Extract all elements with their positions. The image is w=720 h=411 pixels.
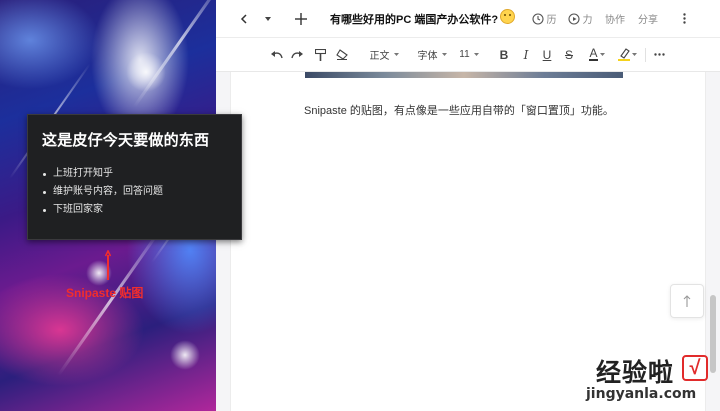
highlight-color-button[interactable] — [614, 38, 640, 71]
list-item: 上班打开知乎 — [42, 165, 241, 183]
plus-icon — [295, 12, 307, 25]
format-painter-button[interactable] — [313, 38, 327, 71]
highlighter-icon — [617, 48, 630, 61]
share-button[interactable]: 分享 — [633, 0, 663, 37]
chevron-left-icon — [240, 13, 247, 24]
paragraph-style-value: 正文 — [369, 51, 390, 62]
document-title: 有哪些好用的PC 端国产办公软件? — [330, 14, 499, 26]
font-size-dropdown[interactable]: 11 — [456, 38, 482, 71]
undo-icon — [271, 51, 283, 59]
italic-button[interactable]: I — [518, 38, 534, 71]
watermark-url: jingyanla.com — [586, 386, 697, 402]
snipaste-caption: Snipaste 贴图 — [66, 286, 144, 300]
history-label: 历 — [546, 15, 557, 26]
caret-down-icon — [441, 53, 447, 56]
redo-button[interactable] — [290, 38, 304, 71]
strikethrough-button[interactable]: S — [561, 38, 577, 71]
arrow-up-icon — [683, 295, 691, 307]
collaborate-button[interactable]: 协作 — [600, 0, 630, 37]
font-color-icon: A — [589, 46, 598, 61]
undo-button[interactable] — [270, 38, 284, 71]
toolbar-divider — [645, 48, 646, 62]
document-paragraph: Snipaste 的贴图，有点像是一些应用自带的「窗口置顶」功能。 — [304, 105, 614, 117]
present-button[interactable]: 力 — [565, 0, 595, 37]
caret-down-icon — [473, 53, 479, 56]
play-circle-icon — [567, 12, 580, 25]
site-watermark: 经验啦 √ jingyanla.com — [576, 353, 718, 409]
caret-down-icon — [631, 53, 637, 56]
new-document-button[interactable] — [292, 0, 310, 37]
back-to-top-button[interactable] — [670, 284, 704, 318]
clear-format-button[interactable] — [334, 38, 350, 71]
embedded-image — [305, 72, 623, 78]
snipaste-card-list: 上班打开知乎 维护账号内容，回答问题 下班回家家 — [42, 165, 241, 219]
document-window: 有哪些好用的PC 端国产办公软件? 历 力 协作 分享 正文 字体 11 B I… — [216, 0, 720, 411]
horizontal-dots-icon — [653, 53, 665, 56]
title-bar: 有哪些好用的PC 端国产办公软件? 历 力 协作 分享 — [216, 0, 720, 38]
arrow-up-icon — [105, 250, 111, 280]
vertical-dots-icon — [682, 13, 686, 24]
underline-button[interactable]: U — [539, 38, 555, 71]
eraser-icon — [336, 49, 348, 60]
snipaste-pinned-card[interactable]: 这是皮仔今天要做的东西 上班打开知乎 维护账号内容，回答问题 下班回家家 — [27, 114, 242, 240]
caret-down-icon — [393, 53, 399, 56]
checkmark-icon: √ — [682, 355, 708, 381]
snipaste-card-title: 这是皮仔今天要做的东西 — [42, 132, 210, 149]
list-item: 维护账号内容，回答问题 — [42, 183, 241, 201]
font-family-value: 字体 — [417, 51, 438, 62]
watermark-text: 经验啦 — [596, 358, 675, 387]
redo-icon — [291, 51, 303, 59]
font-family-dropdown[interactable]: 字体 — [414, 38, 450, 71]
formatting-toolbar: 正文 字体 11 B I U S A — [216, 38, 720, 72]
more-tools-button[interactable] — [651, 38, 667, 71]
caret-down-icon — [599, 53, 605, 56]
caret-down-icon — [265, 16, 271, 21]
font-size-value: 11 — [459, 49, 470, 60]
paragraph-style-dropdown[interactable]: 正文 — [366, 38, 402, 71]
back-button[interactable] — [236, 0, 252, 37]
more-options-button[interactable] — [677, 0, 691, 37]
clock-icon — [531, 12, 544, 25]
present-label: 力 — [582, 15, 593, 26]
history-button[interactable]: 历 — [529, 0, 559, 37]
face-emoji-icon — [500, 9, 515, 24]
font-color-button[interactable]: A — [585, 38, 609, 71]
paint-brush-icon — [314, 48, 326, 61]
history-dropdown-button[interactable] — [262, 0, 274, 37]
list-item: 下班回家家 — [42, 201, 241, 219]
bold-button[interactable]: B — [496, 38, 512, 71]
